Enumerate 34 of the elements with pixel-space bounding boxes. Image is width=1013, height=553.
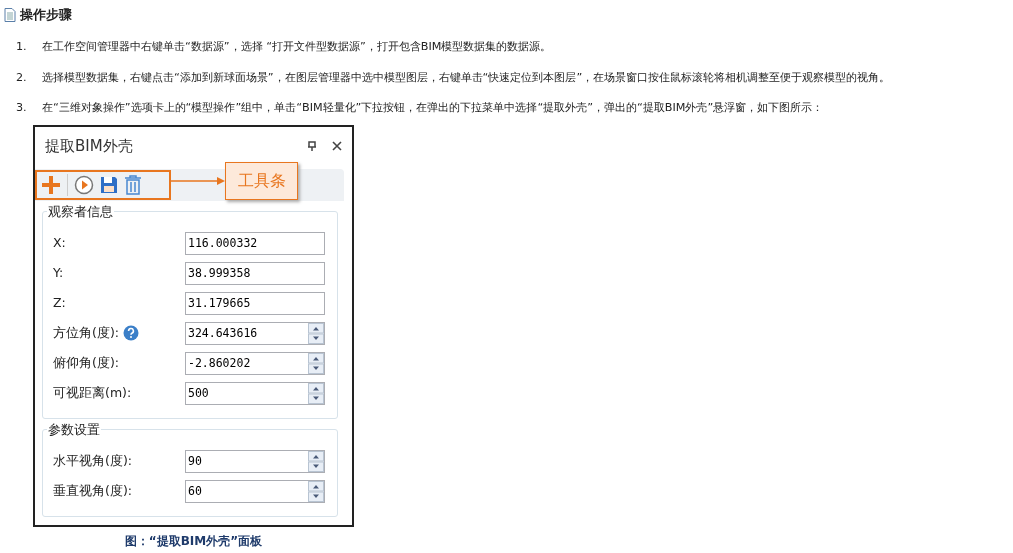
input-field[interactable]: 31.179665: [185, 291, 325, 315]
toolbar-callout: 工具条: [225, 162, 298, 201]
spin-arrows-icon[interactable]: [308, 322, 324, 344]
pin-icon[interactable]: [308, 141, 316, 152]
play-icon[interactable]: [74, 175, 94, 196]
step-text: 在“三维对象操作”选项卡上的“模型操作”组中，单击“BIM轻量化”下拉按钮，在弹出的下拉菜单中选择“提取外壳”，弹出的“提取BIM外壳”悬浮窗，如下图所示：: [42, 100, 824, 117]
spin-arrows-icon[interactable]: [308, 382, 324, 404]
step-number: 1.: [16, 38, 28, 55]
panel-title: 提取BIM外壳: [45, 135, 134, 157]
document-icon: [4, 8, 16, 23]
spin-arrows-icon[interactable]: [308, 480, 324, 502]
delete-icon[interactable]: [124, 175, 142, 196]
field-label: Z:: [53, 293, 66, 312]
add-icon[interactable]: [41, 175, 61, 196]
field-label: Y:: [53, 263, 64, 282]
spin-arrows-icon[interactable]: [308, 450, 324, 472]
field-label: 垂直视角(度):: [53, 481, 132, 500]
field-label: 可视距离(m):: [53, 383, 132, 402]
step-number: 3.: [16, 100, 28, 117]
field-label: X:: [53, 233, 66, 252]
figure-caption: 图：“提取BIM外壳”面板: [123, 533, 264, 551]
close-icon[interactable]: [332, 141, 342, 152]
save-icon[interactable]: [100, 176, 118, 195]
step-number: 2.: [16, 69, 28, 86]
input-field[interactable]: 38.999358: [185, 261, 325, 285]
field-label: 俯仰角(度):: [53, 353, 119, 372]
input-field[interactable]: 116.000332: [185, 231, 325, 255]
spin-arrows-icon[interactable]: [308, 352, 324, 374]
section-heading: 操作步骤: [20, 6, 72, 24]
field-label: 方位角(度):: [53, 323, 119, 342]
step-text: 选择模型数据集，右键点击“添加到新球面场景”，在图层管理器中选中模型图层，右键单击“快速定位到本图层”，在场景窗口按住鼠标滚轮将相机调整至便于观察模型的视角。: [42, 69, 891, 86]
step-text: 在工作空间管理器中右键单击“数据源”，选择 “打开文件型数据源”，打开包含BIM模型数据集的数据源。: [42, 38, 552, 55]
field-label: 水平视角(度):: [53, 451, 132, 470]
help-icon[interactable]: [122, 325, 139, 342]
